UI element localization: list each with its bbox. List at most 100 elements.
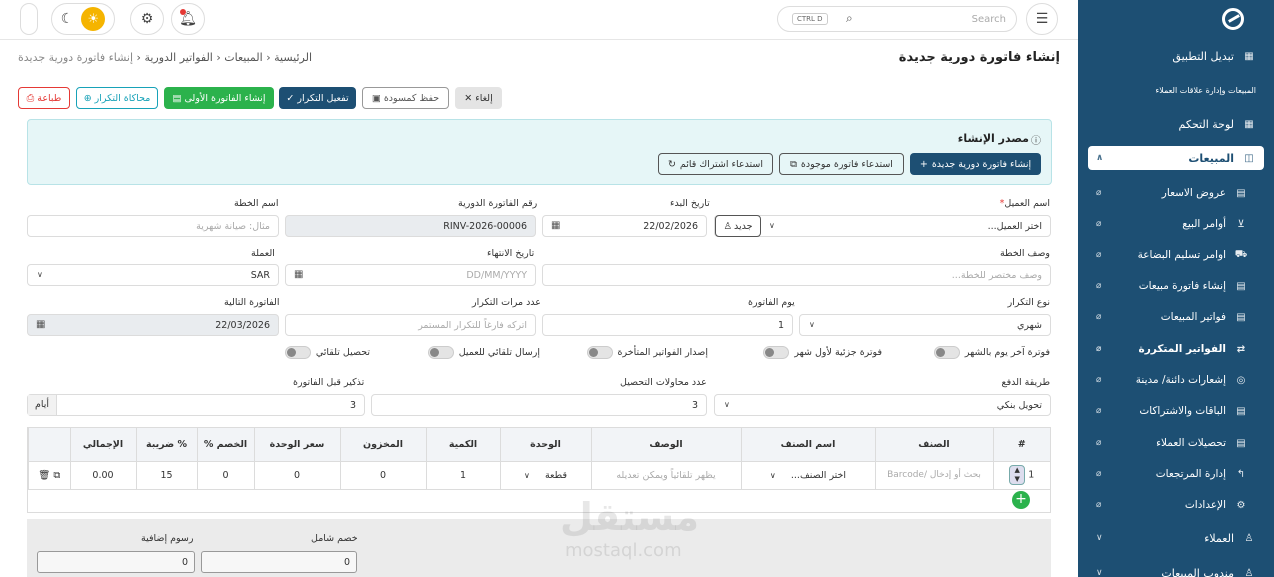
- sidebar-item-customers[interactable]: ♙ العملاء ∨: [1088, 526, 1264, 550]
- sidebar-item-subscriptions[interactable]: ▤ الباقات والاشتراكات ⌀: [1088, 399, 1256, 423]
- fees-input[interactable]: 0: [37, 551, 195, 573]
- desc-placeholder: وصف مختصر للخطة...: [951, 270, 1042, 281]
- copy-icon[interactable]: ⧉: [53, 470, 60, 481]
- next-invoice-value: 22/03/2026: [215, 320, 270, 331]
- sidebar-edge-button[interactable]: [20, 3, 38, 35]
- breadcrumb-sales[interactable]: المبيعات: [224, 51, 262, 64]
- customer-label: اسم العميل*: [999, 198, 1050, 209]
- sidebar-item-collections[interactable]: ▤ تحصيلات العملاء ⌀: [1088, 431, 1256, 455]
- toggle-switch[interactable]: [284, 345, 311, 359]
- search-input[interactable]: Search: [972, 14, 1006, 25]
- print-label: طباعة: [37, 92, 62, 104]
- tax-input[interactable]: 15: [135, 460, 197, 489]
- sidebar-group-label: المبيعات وإدارة علاقات العملاء: [1155, 86, 1256, 95]
- circle-slash-icon: ⌀: [1096, 500, 1102, 510]
- existing-invoice-label: استدعاء فاتورة موجودة: [800, 158, 893, 170]
- check-icon: ✓: [286, 92, 295, 104]
- new-customer-button[interactable]: جديد ♙: [715, 215, 761, 237]
- end-date-input[interactable]: DD/MM/YYYY ▦: [285, 264, 536, 286]
- col-unit: الوحدة: [499, 428, 591, 461]
- sidebar-item-switch-app[interactable]: ▦ تبديل التطبيق: [1088, 44, 1264, 68]
- toggle-switch[interactable]: [763, 345, 790, 359]
- existing-invoice-button[interactable]: ⧉ استدعاء فاتورة موجودة: [779, 153, 904, 175]
- bell-icon[interactable]: 🔔︎: [171, 3, 205, 35]
- sidebar-item-sales[interactable]: ◫ المبيعات ∧: [1088, 146, 1264, 170]
- create-first-button[interactable]: ▤ إنشاء الفاتورة الأولى: [164, 87, 274, 109]
- sidebar-item-credit-notes[interactable]: ◎ إشعارات دائنة/ مدينة ⌀: [1088, 368, 1256, 392]
- day-value: 1: [777, 320, 784, 331]
- search-box[interactable]: CTRL D ⌕ Search: [777, 6, 1017, 32]
- calendar-icon: ▦: [551, 220, 561, 231]
- sidebar-item-reps[interactable]: ♙ مندوب المبيعات ∨: [1088, 561, 1264, 577]
- toggle-last-day[interactable]: فوترة آخر يوم بالشهر: [933, 345, 1050, 359]
- sidebar-item-invoices[interactable]: ▤ فواتير المبيعات ⌀: [1088, 305, 1256, 329]
- calendar-icon: ▦: [294, 269, 304, 280]
- currency-select[interactable]: SAR ∨: [27, 264, 279, 286]
- add-row-button[interactable]: +: [1012, 491, 1030, 509]
- price-input[interactable]: 0: [253, 460, 340, 489]
- gear-icon[interactable]: ⚙: [130, 3, 164, 35]
- sun-icon[interactable]: ☀: [81, 7, 106, 31]
- discount-input[interactable]: 0: [196, 460, 254, 489]
- attempts-input[interactable]: 3: [371, 394, 707, 416]
- cancel-label: إلغاء: [475, 92, 493, 104]
- print-button[interactable]: ⎙ طباعة: [18, 87, 70, 109]
- unit-select[interactable]: قطعة ∨: [499, 460, 591, 489]
- day-input[interactable]: 1: [542, 314, 793, 336]
- plan-name-input[interactable]: مثال: صيانة شهرية: [27, 215, 279, 237]
- theme-toggle[interactable]: ☾ ☀: [51, 3, 115, 35]
- sidebar-item-create-invoice[interactable]: ▤ إنشاء فاتورة مبيعات ⌀: [1088, 274, 1256, 298]
- trash-icon[interactable]: 🗑︎: [38, 470, 50, 481]
- coin-icon: ◎: [1236, 374, 1246, 386]
- remind-input[interactable]: 3 أيام: [27, 394, 365, 416]
- toggle-auto-collect[interactable]: تحصيل تلقائي: [284, 345, 370, 359]
- breadcrumb: الرئيسية ‹ المبيعات ‹ الفواتير الدورية ‹…: [18, 51, 312, 64]
- menu-icon[interactable]: ☰: [1026, 3, 1058, 35]
- reorder-handle[interactable]: ▲ ▼: [1009, 465, 1026, 485]
- existing-sub-button[interactable]: ↻ استدعاء اشتراك قائم: [658, 153, 773, 175]
- toggle-partial[interactable]: فوترة جزئية لأول شهر: [763, 345, 882, 359]
- sidebar-item-recurring[interactable]: ⇄ الفواتير المتكررة ⌀: [1088, 337, 1256, 361]
- start-date-input[interactable]: 22/02/2026 ▦: [542, 215, 707, 237]
- col-actions: [28, 428, 70, 461]
- enable-repeat-button[interactable]: ✓ تفعيل التكرار: [279, 87, 356, 109]
- item-name-select[interactable]: اختر الصنف... ∨: [740, 460, 875, 489]
- document-icon: ▤: [172, 92, 182, 104]
- cancel-button[interactable]: ✕ إلغاء: [455, 87, 502, 109]
- end-date-placeholder: DD/MM/YYYY: [466, 270, 527, 281]
- toggle-switch[interactable]: [933, 345, 960, 359]
- discount-input[interactable]: 0: [201, 551, 357, 573]
- simulate-button[interactable]: ⊕ محاكاة التكرار: [76, 87, 158, 109]
- breadcrumb-recurring[interactable]: الفواتير الدورية: [144, 51, 212, 64]
- sidebar-item-dashboard[interactable]: ▦ لوحة التحكم: [1088, 112, 1264, 136]
- sidebar-item-returns[interactable]: ↰ إدارة المرتجعات ⌀: [1088, 462, 1256, 486]
- payment-value: تحويل بنكي: [996, 400, 1042, 411]
- settings-label: الإعدادات: [1184, 499, 1226, 511]
- customer-select[interactable]: اختر العميل... ∨ جديد ♙: [714, 215, 1051, 237]
- desc-cell[interactable]: يظهر تلقائياً ويمكن تعديله: [590, 460, 741, 489]
- chevron-down-icon: ∨: [37, 270, 43, 279]
- sidebar-item-settings[interactable]: ⚙ الإعدادات ⌀: [1088, 493, 1256, 517]
- toggle-overdue[interactable]: إصدار الفواتير المتأخرة: [586, 345, 708, 359]
- sidebar-item-quotes[interactable]: ▤ عروض الاسعار ⌀: [1088, 181, 1256, 205]
- desc-input[interactable]: وصف مختصر للخطة...: [542, 264, 1051, 286]
- toggle-switch[interactable]: [586, 345, 613, 359]
- toggle-switch[interactable]: [427, 345, 454, 359]
- sidebar-item-delivery[interactable]: ⛟ اوامر تسليم البضاعة ⌀: [1088, 243, 1256, 267]
- payment-select[interactable]: تحويل بنكي ∨: [714, 394, 1051, 416]
- file-icon: ▤: [1236, 280, 1246, 292]
- moon-icon[interactable]: ☾: [61, 11, 74, 27]
- end-date-label: تاريخ الانتهاء: [487, 248, 535, 259]
- bag-icon: ◫: [1244, 152, 1254, 164]
- sidebar-item-sales-orders[interactable]: ⊻ أوامر البيع ⌀: [1088, 212, 1256, 236]
- row-actions: ⧉ 🗑︎: [28, 460, 70, 489]
- item-search-input[interactable]: بحث أو إدخال /Barcode: [874, 460, 993, 489]
- count-input[interactable]: اتركه فارغاً للتكرار المستمر: [285, 314, 536, 336]
- qty-input[interactable]: 1: [425, 460, 500, 489]
- save-draft-button[interactable]: ▣ حفظ كمسودة: [362, 87, 449, 109]
- new-recurring-button[interactable]: + إنشاء فاتورة دورية جديدة: [910, 153, 1041, 175]
- breadcrumb-home[interactable]: الرئيسية: [274, 51, 312, 64]
- toggle-auto-send[interactable]: إرسال تلقائي للعميل: [427, 345, 540, 359]
- repeat-select[interactable]: شهري ∨: [799, 314, 1051, 336]
- next-invoice-input: 22/03/2026 ▦: [27, 314, 279, 336]
